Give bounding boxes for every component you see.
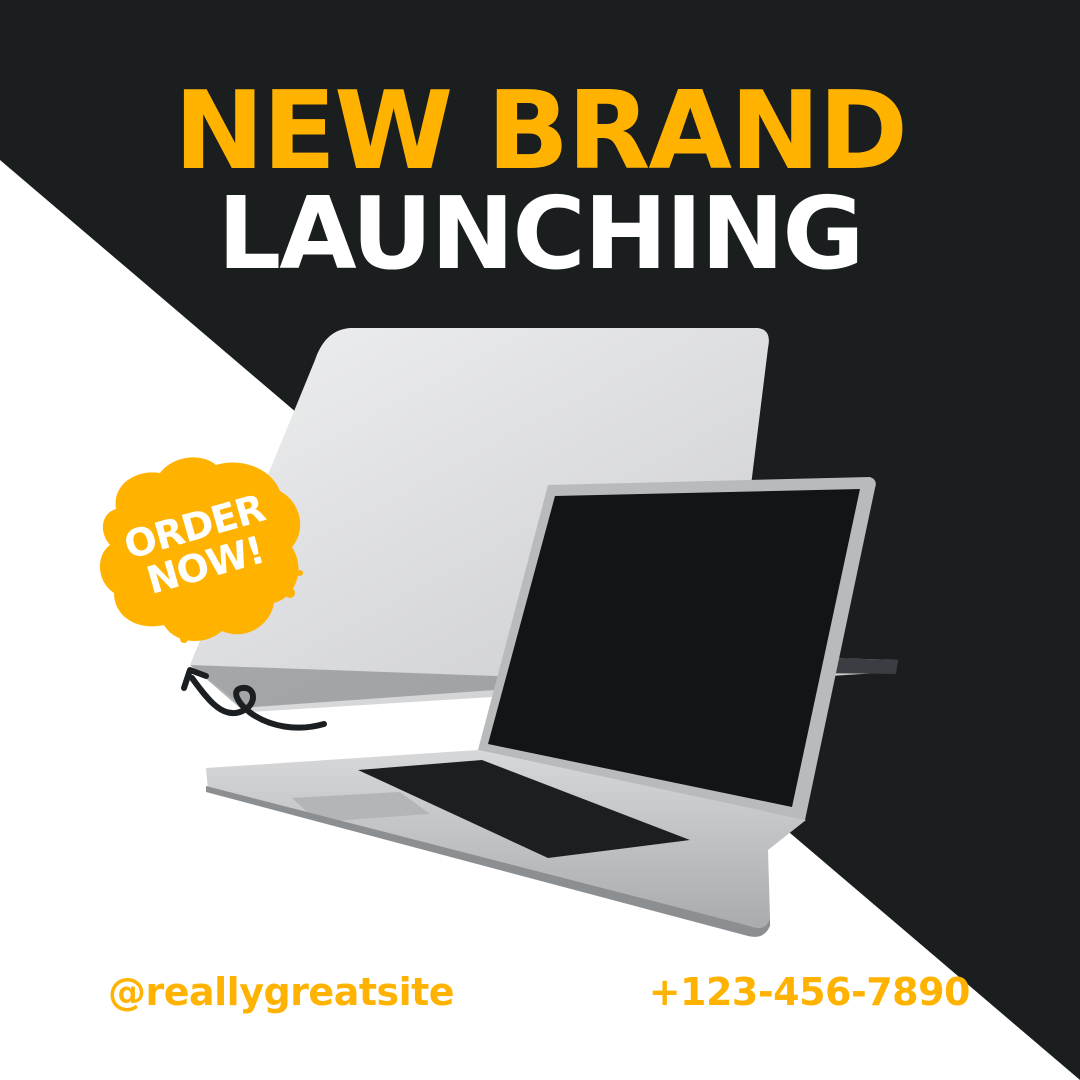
headline-line-2: LAUNCHING	[217, 175, 865, 292]
phone-number: +123-456-7890	[648, 970, 971, 1014]
curly-arrow-icon	[181, 667, 327, 731]
social-handle: @reallygreatsite	[108, 970, 455, 1014]
headline-line-1: NEW BRAND	[174, 69, 908, 194]
